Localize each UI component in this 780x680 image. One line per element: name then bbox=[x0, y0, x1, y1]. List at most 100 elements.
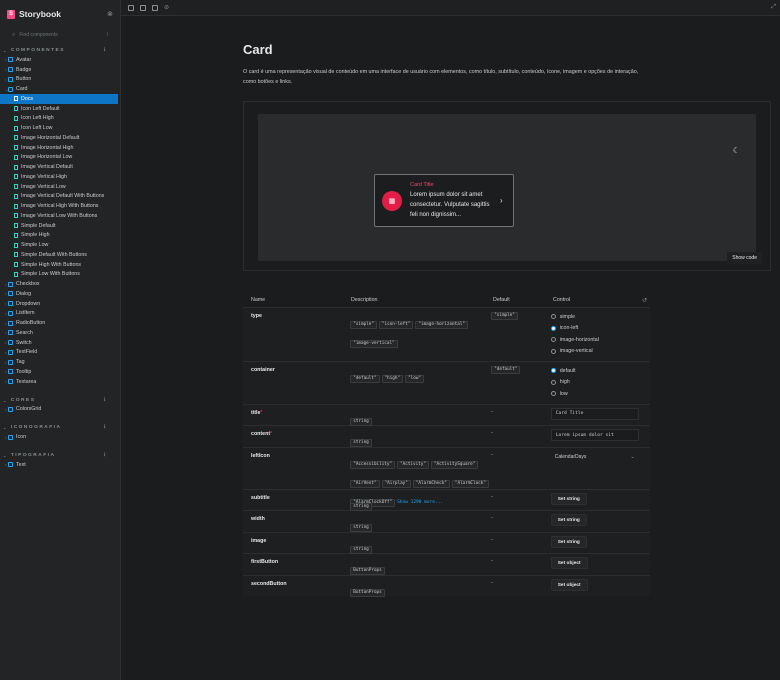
sidebar-story-item[interactable]: Icon Left Default bbox=[0, 104, 120, 114]
sidebar-item-tooltip[interactable]: › Tooltip bbox=[0, 367, 120, 377]
settings-icon[interactable]: ⊗ bbox=[107, 10, 113, 18]
sidebar-item-label: ListItem bbox=[16, 310, 35, 317]
background-icon[interactable]: ⊘ bbox=[164, 4, 169, 11]
document-icon bbox=[14, 96, 18, 102]
sidebar-story-item[interactable]: Image Vertical Default With Buttons bbox=[0, 192, 120, 202]
sidebar-item-textfield[interactable]: › TextField bbox=[0, 348, 120, 358]
sidebar-item-textarea[interactable]: › Textarea bbox=[0, 377, 120, 387]
arg-default: - bbox=[491, 533, 551, 554]
sidebar-item-listitem[interactable]: › ListItem bbox=[0, 309, 120, 319]
sidebar-story-item[interactable]: Image Horizontal Low bbox=[0, 153, 120, 163]
sidebar-story-item[interactable]: Image Vertical High With Buttons bbox=[0, 201, 120, 211]
moon-icon[interactable]: ☾ bbox=[733, 146, 740, 155]
set-subtitle-button[interactable]: Set string bbox=[550, 492, 587, 505]
sidebar-story-item[interactable]: Icon Left Low bbox=[0, 123, 120, 133]
sidebar-story-item[interactable]: Simple High With Buttons bbox=[0, 260, 120, 270]
sidebar-item-label: Avatar bbox=[16, 56, 32, 63]
sidebar-item-icon[interactable]: › Icon bbox=[0, 432, 120, 442]
sidebar-story-item[interactable]: Image Vertical Default bbox=[0, 162, 120, 172]
group-title[interactable]: ⌄ TIPOGRAFIA ⋮ bbox=[0, 451, 120, 460]
radio-option[interactable]: low bbox=[550, 388, 650, 400]
radio-button[interactable] bbox=[550, 348, 556, 354]
sidebar-item-radiobutton[interactable]: › RadioButton bbox=[0, 318, 120, 328]
group-title[interactable]: ⌄ ICONOGRAFIA ⋮ bbox=[0, 423, 120, 432]
sidebar-story-item[interactable]: Image Horizontal High bbox=[0, 143, 120, 153]
radio-option[interactable]: image-horizontal bbox=[550, 334, 650, 346]
set-secondButton-button[interactable]: Set object bbox=[550, 578, 588, 591]
col-header-default: Default bbox=[493, 297, 510, 303]
group-menu-icon[interactable]: ⋮ bbox=[102, 425, 107, 430]
group-title[interactable]: ⌄ COMPONENTES ⋮ bbox=[0, 46, 120, 55]
sidebar-item-label: Icon Left Default bbox=[21, 105, 60, 112]
sidebar-story-item[interactable]: Image Vertical Low With Buttons bbox=[0, 211, 120, 221]
default-value: - bbox=[491, 558, 493, 564]
sidebar-story-item[interactable]: Simple High bbox=[0, 231, 120, 241]
radio-button[interactable] bbox=[550, 314, 556, 320]
sidebar-item-label: Simple Low With Buttons bbox=[21, 271, 80, 278]
table-row: leftIcon "Accessibility" "Activity" "Activi… bbox=[243, 446, 650, 507]
radio-button[interactable] bbox=[550, 379, 556, 385]
sidebar-item-tag[interactable]: › Tag bbox=[0, 357, 120, 367]
sidebar-item-card[interactable]: ⌄ Card bbox=[0, 84, 120, 94]
show-code-button[interactable]: Show code bbox=[727, 252, 762, 264]
radio-button[interactable] bbox=[550, 391, 556, 397]
reset-controls-icon[interactable]: ↺ bbox=[642, 297, 647, 304]
radio-option[interactable]: high bbox=[550, 377, 650, 389]
set-firstButton-button[interactable]: Set object bbox=[550, 557, 588, 569]
args-table-header: Name Description Default Control ↺ bbox=[243, 293, 650, 307]
content-text-input[interactable]: Lorem ipsum dolor sit bbox=[550, 429, 639, 441]
search-input[interactable]: ⌕ Find components / bbox=[6, 28, 114, 42]
sidebar-item-label: Simple Default With Buttons bbox=[21, 251, 87, 258]
sidebar-story-item[interactable]: Simple Low bbox=[0, 240, 120, 250]
default-value: - bbox=[491, 430, 493, 436]
arg-control: CalendarDays ⌄ bbox=[551, 448, 650, 489]
sidebar-item-avatar[interactable]: › Avatar bbox=[0, 55, 120, 65]
sidebar-story-item[interactable]: Simple Default With Buttons bbox=[0, 250, 120, 260]
radio-button[interactable] bbox=[550, 337, 556, 343]
sidebar-story-item[interactable]: Image Horizontal Default bbox=[0, 133, 120, 143]
sidebar-story-item[interactable]: Image Vertical High bbox=[0, 172, 120, 182]
radio-option[interactable]: image-vertical bbox=[550, 346, 650, 358]
component-icon bbox=[8, 291, 13, 297]
radio-option[interactable]: simple bbox=[550, 311, 650, 323]
component-icon bbox=[8, 434, 13, 440]
sidebar-item-colorsgrid[interactable]: › ColorsGrid bbox=[0, 405, 120, 415]
lefticon-select[interactable]: CalendarDays ⌄ bbox=[551, 451, 639, 463]
sidebar-story-item[interactable]: Icon Left High bbox=[0, 114, 120, 124]
sidebar-item-label: Text bbox=[16, 461, 26, 468]
sidebar-item-switch[interactable]: › Switch bbox=[0, 338, 120, 348]
zoom-reset-icon[interactable] bbox=[152, 4, 158, 11]
sidebar-item-label: Simple Low bbox=[21, 242, 49, 249]
set-width-button[interactable]: Set string bbox=[550, 514, 587, 526]
title-text-input[interactable]: Card Title bbox=[550, 407, 639, 420]
group-menu-icon[interactable]: ⋮ bbox=[102, 453, 107, 458]
group-title[interactable]: ⌄ CORES ⋮ bbox=[0, 396, 120, 405]
sidebar-item-badge[interactable]: › Badge bbox=[0, 65, 120, 75]
sidebar-item-dropdown[interactable]: › Dropdown bbox=[0, 299, 120, 309]
component-icon bbox=[8, 359, 13, 365]
bookmark-icon bbox=[14, 203, 18, 209]
sidebar-item-text[interactable]: › Text bbox=[0, 460, 120, 470]
group-menu-icon[interactable]: ⋮ bbox=[102, 398, 107, 403]
sidebar-item-button[interactable]: › Button bbox=[0, 75, 120, 85]
radio-option[interactable]: default bbox=[550, 365, 650, 377]
fullscreen-icon[interactable]: ⤢ bbox=[771, 4, 776, 11]
sidebar-item-checkbox[interactable]: › Checkbox bbox=[0, 279, 120, 289]
sidebar-story-item[interactable]: Simple Default bbox=[0, 221, 120, 231]
type-chip: "high" bbox=[381, 375, 404, 383]
component-icon bbox=[8, 76, 13, 82]
sidebar-story-item[interactable]: Simple Low With Buttons bbox=[0, 270, 120, 280]
story-preview: ☾ ▦ Card Title Lorem ipsum dolor sit ame… bbox=[243, 101, 771, 271]
group-menu-icon[interactable]: ⋮ bbox=[102, 48, 107, 53]
card-component[interactable]: ▦ Card Title Lorem ipsum dolor sit amet … bbox=[374, 174, 514, 227]
zoom-out-icon[interactable] bbox=[140, 4, 146, 11]
sidebar-story-item[interactable]: Docs bbox=[0, 94, 118, 104]
radio-button[interactable] bbox=[550, 325, 556, 331]
radio-button[interactable] bbox=[550, 368, 556, 374]
set-image-button[interactable]: Set string bbox=[550, 535, 587, 548]
sidebar-item-dialog[interactable]: › Dialog bbox=[0, 289, 120, 299]
sidebar-item-search[interactable]: › Search bbox=[0, 328, 120, 338]
zoom-in-icon[interactable] bbox=[128, 4, 134, 11]
radio-option[interactable]: icon-left bbox=[550, 323, 650, 335]
sidebar-story-item[interactable]: Image Vertical Low bbox=[0, 182, 120, 192]
